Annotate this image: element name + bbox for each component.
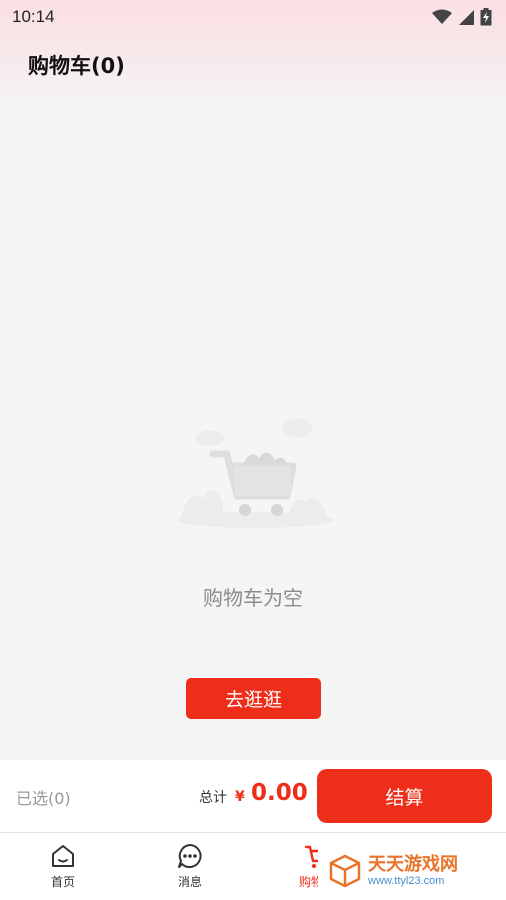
total-label: 总计 [199, 790, 227, 806]
tab-home-label: 首页 [50, 875, 75, 889]
currency-symbol: ¥ [235, 789, 245, 805]
status-bar: 10:14 [0, 0, 506, 34]
tab-messages[interactable]: 消息 [140, 833, 240, 900]
watermark-title: 天天游戏网 [368, 854, 458, 876]
status-time: 10:14 [12, 7, 55, 26]
checkout-button[interactable]: 结算 [317, 769, 492, 823]
selected-count: 已选(0) [16, 789, 71, 808]
checkout-bar: 已选(0) 总计 ¥ 0.00 结算 [0, 760, 506, 832]
tab-messages-label: 消息 [177, 875, 202, 889]
home-icon [52, 845, 74, 867]
empty-cart-message: 购物车为空 [203, 586, 303, 610]
go-shopping-button[interactable]: 去逛逛 [186, 678, 321, 719]
total-amount: 0.00 [251, 780, 308, 806]
tab-home[interactable]: 首页 [13, 833, 113, 900]
page-title: 购物车(0) [28, 54, 125, 78]
wifi-icon [432, 9, 452, 24]
status-icons [432, 8, 492, 26]
battery-icon [480, 8, 492, 26]
empty-cart-icon [177, 419, 333, 528]
watermark-cube-icon [329, 854, 361, 888]
message-icon [178, 844, 202, 868]
watermark-logo: 天天游戏网 www.ttyl23.com [318, 842, 506, 900]
signal-icon [459, 10, 474, 25]
watermark-url: www.ttyl23.com [368, 874, 445, 887]
